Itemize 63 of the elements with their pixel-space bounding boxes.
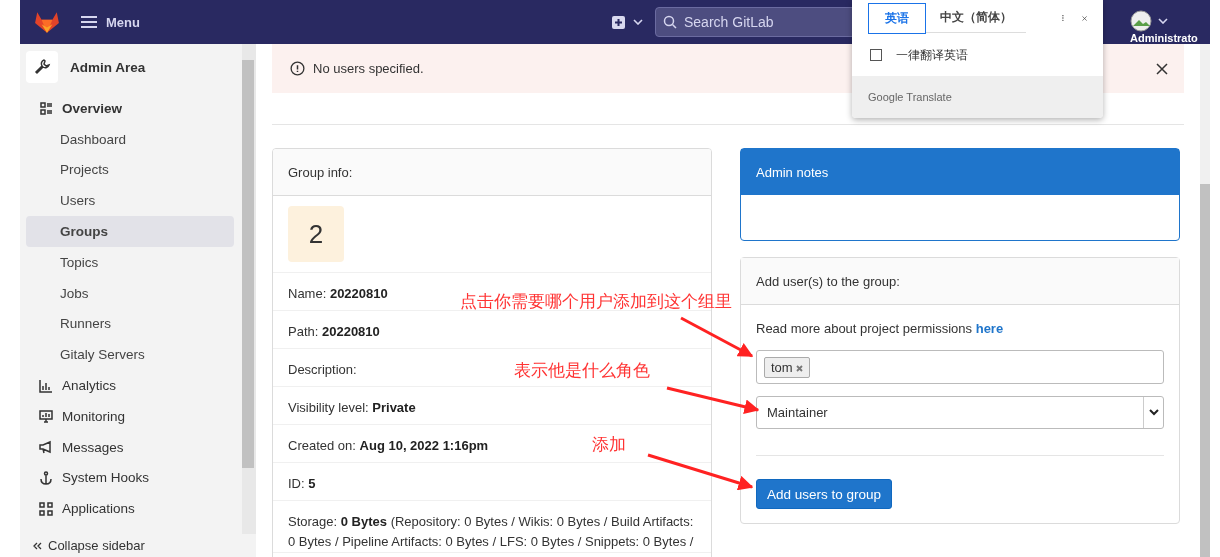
google-translate-label: Google Translate — [868, 91, 952, 103]
role-select[interactable]: Maintainer — [756, 396, 1164, 429]
remove-icon[interactable] — [796, 364, 804, 372]
card-title: Group info: — [288, 164, 353, 180]
fox-logo-icon[interactable] — [34, 10, 60, 34]
caret-icon[interactable] — [1158, 18, 1168, 24]
sidebar-item[interactable]: Overview — [26, 93, 234, 124]
users-input-field[interactable]: tom — [756, 350, 1164, 384]
sidebar-item[interactable]: Monitoring — [26, 400, 234, 432]
chevron-down-icon — [1148, 409, 1159, 416]
sidebar-item-icon — [38, 439, 54, 456]
here-link[interactable]: here — [975, 321, 1004, 336]
user-name: Administrato — [1130, 32, 1198, 44]
sidebar-item[interactable]: Groups — [26, 216, 234, 247]
alert-message: No users specified. — [313, 61, 424, 76]
caret-icon[interactable] — [633, 19, 643, 25]
card-title: Add user(s) to the group: — [756, 273, 900, 289]
annotation-text: 点击你需要哪个用户添加到这个组里 — [460, 291, 732, 313]
info-text: Storage: 0 Bytes (Repository: 0 Bytes / Wikis: 0 Bytes / Build Artifacts: 0 Bytes / Pipeline Artifacts: 0 Bytes / LFS: 0 Bytes / Snippets: 0 Bytes / — [288, 514, 694, 549]
sidebar-title: Admin Area — [70, 59, 146, 75]
sidebar-item[interactable]: Users — [26, 185, 234, 217]
sidebar-item[interactable]: Jobs — [26, 277, 234, 309]
annotation-text: 添加 — [592, 434, 626, 456]
user-token[interactable]: tom — [764, 356, 811, 378]
language-tab[interactable]: 中文（简体） — [926, 3, 1026, 33]
info-text: Path: 20220810 — [288, 324, 380, 339]
info-text: Description: — [288, 362, 357, 377]
option-label: 一律翻译英语 — [896, 46, 968, 64]
checkbox[interactable] — [870, 49, 882, 61]
sidebar-item[interactable]: Runners — [26, 308, 234, 340]
sidebar-item-icon — [38, 469, 54, 486]
info-text: ID: 5 — [288, 476, 316, 491]
sidebar-item[interactable]: Dashboard — [26, 123, 234, 155]
group-avatar: 2 — [288, 206, 344, 262]
sidebar-item-icon — [38, 500, 54, 517]
sidebar-item[interactable]: Gitaly Servers — [26, 339, 234, 371]
add-users-button[interactable]: Add users to group — [756, 479, 893, 509]
sidebar-item[interactable]: Projects — [26, 154, 234, 186]
close-icon[interactable] — [1156, 62, 1168, 75]
language-tab[interactable]: 英语 — [868, 2, 926, 34]
avatar-icon[interactable] — [1130, 10, 1152, 32]
scrollbar-thumb[interactable] — [242, 60, 254, 468]
info-text: Created on: Aug 10, 2022 1:16pm — [288, 438, 489, 453]
sidebar-item[interactable]: Messages — [26, 431, 234, 463]
info-circle-icon — [290, 61, 305, 76]
menu-icon — [80, 15, 98, 29]
info-text: Name: 20220810 — [288, 286, 388, 301]
sidebar-item[interactable]: System Hooks — [26, 462, 234, 494]
sidebar-item-icon — [38, 100, 54, 117]
scrollbar-thumb[interactable] — [1200, 184, 1210, 557]
sidebar-item-icon — [38, 377, 54, 394]
sidebar-item[interactable]: Topics — [26, 247, 234, 278]
menu-button[interactable]: Menu — [80, 14, 140, 30]
sidebar-item[interactable]: Applications — [26, 493, 234, 525]
double-chevron-left-icon — [32, 541, 42, 550]
card-title: Admin notes — [756, 164, 829, 180]
plus-square-icon[interactable] — [612, 15, 625, 29]
wrench-icon — [26, 51, 58, 83]
info-text: Visibility level: Private — [288, 400, 416, 415]
sidebar-item-icon — [38, 408, 54, 425]
annotation-text: 表示他是什么角色 — [514, 360, 650, 382]
sidebar-item[interactable]: Analytics — [26, 370, 234, 401]
permissions-text: Read more about project permissions — [756, 321, 973, 336]
